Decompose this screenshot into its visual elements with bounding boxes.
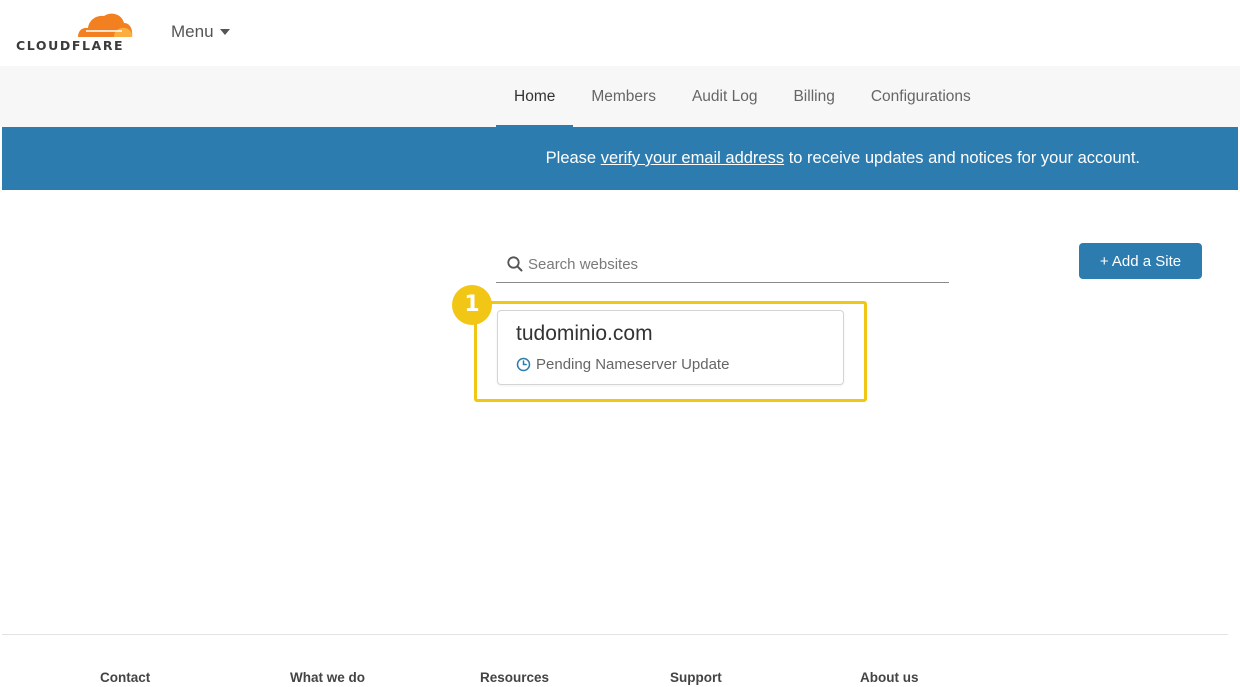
tab-billing[interactable]: Billing (775, 66, 852, 127)
footer-what-we-do[interactable]: What we do (290, 670, 365, 685)
footer-about-us[interactable]: About us (860, 670, 919, 685)
cloudflare-logo[interactable]: CLOUDFLARE (14, 10, 136, 58)
logo-wordmark: CLOUDFLARE (16, 38, 125, 53)
search-icon (507, 256, 523, 272)
banner-prefix: Please (545, 149, 601, 167)
site-card[interactable]: tudominio.com Pending Nameserver Update (497, 310, 844, 385)
tab-audit-log[interactable]: Audit Log (674, 66, 776, 127)
caret-down-icon (219, 29, 230, 35)
site-status: Pending Nameserver Update (516, 356, 729, 373)
cloud-icon (78, 13, 133, 37)
footer: Contact What we do Resources Support Abo… (2, 634, 1228, 687)
clock-icon (516, 357, 531, 372)
top-header: CLOUDFLARE Menu (0, 0, 1240, 67)
account-nav: Home Members Audit Log Billing Configura… (0, 66, 1240, 127)
banner-message: Please verify your email address to rece… (546, 149, 1140, 168)
verify-email-banner: Please verify your email address to rece… (2, 127, 1238, 190)
footer-resources[interactable]: Resources (480, 670, 549, 685)
verify-email-link[interactable]: verify your email address (601, 149, 784, 167)
footer-contact[interactable]: Contact (100, 670, 150, 685)
banner-suffix: to receive updates and notices for your … (784, 149, 1140, 167)
tab-members[interactable]: Members (573, 66, 674, 127)
tab-home[interactable]: Home (496, 66, 574, 127)
menu-dropdown[interactable]: Menu (171, 22, 230, 42)
search-input[interactable] (528, 255, 928, 273)
add-site-button[interactable]: + Add a Site (1079, 243, 1202, 279)
site-name: tudominio.com (516, 322, 653, 345)
tab-configurations[interactable]: Configurations (853, 66, 989, 127)
footer-support[interactable]: Support (670, 670, 722, 685)
step-number-badge: 1 (452, 285, 492, 325)
nav-tabs: Home Members Audit Log Billing Configura… (496, 66, 989, 127)
site-status-text: Pending Nameserver Update (536, 356, 730, 373)
search-websites (496, 246, 949, 283)
menu-label: Menu (171, 22, 214, 41)
